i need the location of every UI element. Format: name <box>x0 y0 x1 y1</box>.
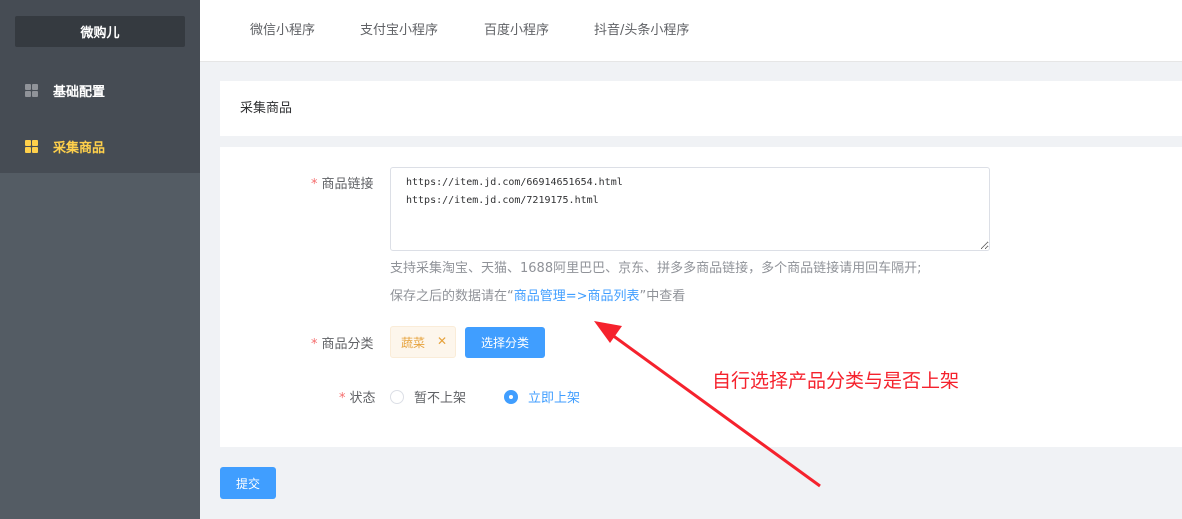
grid-icon <box>25 139 38 153</box>
sidebar: 微购儿 基础配置 采集商品 <box>0 0 200 519</box>
status-radio-off[interactable]: 暂不上架 <box>390 387 466 406</box>
link-label: * 商品链接 <box>311 177 374 192</box>
radio-checked-icon <box>504 389 518 404</box>
sidebar-item-basic-config[interactable]: 基础配置 <box>0 62 200 118</box>
tab-alipay[interactable]: 支付宝小程序 <box>360 0 438 62</box>
status-radio-on[interactable]: 立即上架 <box>504 387 580 406</box>
tab-douyin[interactable]: 抖音/头条小程序 <box>594 0 689 62</box>
category-tag: 蔬菜 ✕ <box>390 326 456 358</box>
link-hint: 支持采集淘宝、天猫、1688阿里巴巴、京东、拼多多商品链接，多个商品链接请用回车… <box>390 261 922 276</box>
brand-logo: 微购儿 <box>15 16 185 47</box>
grid-icon <box>25 83 38 97</box>
page-title: 采集商品 <box>220 81 1182 136</box>
top-nav: 微信小程序 支付宝小程序 百度小程序 抖音/头条小程序 <box>200 0 1182 62</box>
submit-button[interactable]: 提交 <box>220 467 276 499</box>
tab-baidu[interactable]: 百度小程序 <box>484 0 549 62</box>
link-textarea[interactable] <box>390 167 990 251</box>
select-category-button[interactable]: 选择分类 <box>465 327 545 358</box>
annotation-text: 自行选择产品分类与是否上架 <box>712 370 960 392</box>
status-label: * 状态 <box>339 391 376 406</box>
required-mark: * <box>311 177 318 192</box>
close-icon[interactable]: ✕ <box>437 334 447 348</box>
sidebar-item-label: 基础配置 <box>53 84 106 100</box>
sidebar-item-collect-goods[interactable]: 采集商品 <box>0 118 200 174</box>
category-label: * 商品分类 <box>311 337 374 352</box>
tab-wechat[interactable]: 微信小程序 <box>250 0 315 62</box>
sidebar-item-label: 采集商品 <box>53 140 106 156</box>
save-hint: 保存之后的数据请在“商品管理=>商品列表”中查看 <box>390 289 686 304</box>
required-mark: * <box>311 337 318 352</box>
goods-list-link[interactable]: 商品管理=>商品列表 <box>514 289 640 304</box>
required-mark: * <box>339 391 346 406</box>
radio-circle-icon <box>390 389 404 404</box>
